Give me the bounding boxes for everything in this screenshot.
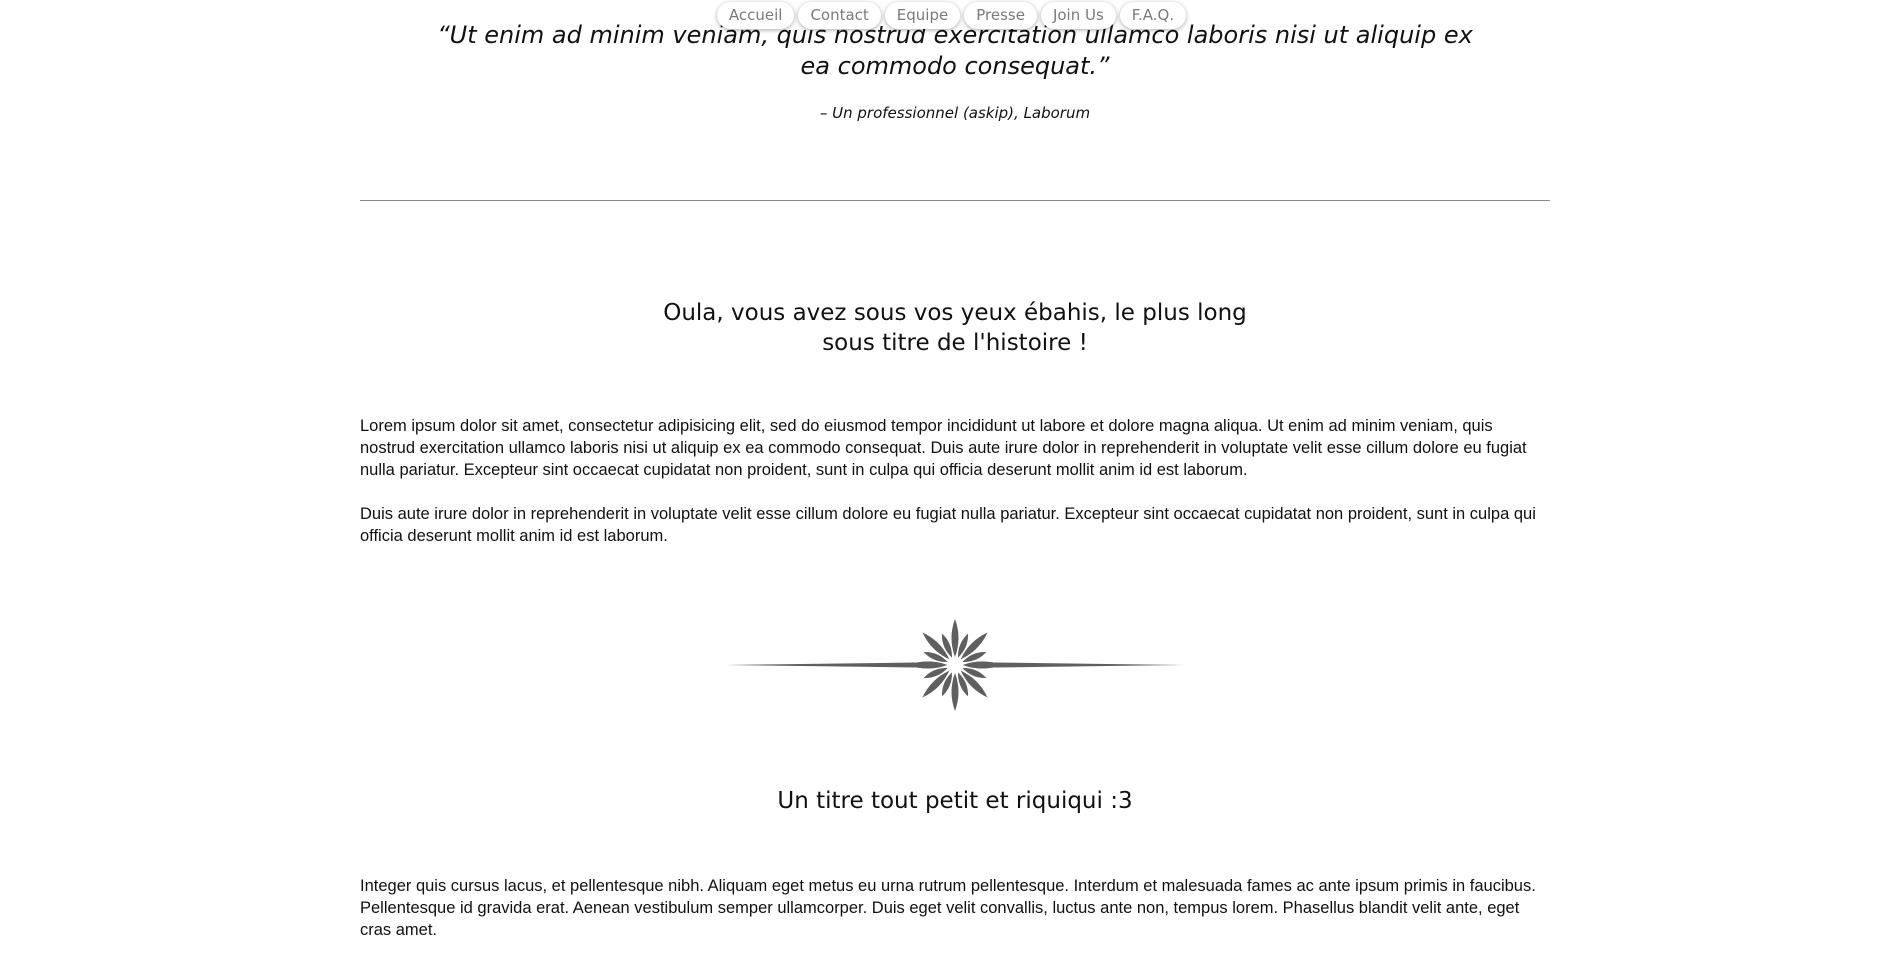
section-subtitle: Oula, vous avez sous vos yeux ébahis, le… [360, 298, 1550, 358]
ornament-petal [951, 673, 959, 711]
top-navigation: Accueil Contact Equipe Presse Join Us F.… [0, 0, 1903, 29]
nav-equipe-button[interactable]: Equipe [884, 2, 961, 29]
floral-divider-icon [725, 619, 1185, 711]
paragraph: Lorem ipsum dolor sit amet, consectetur … [360, 417, 1527, 479]
ornament-petal [951, 619, 959, 657]
testimonial-quote: “Ut enim ad minim veniam, quis nostrud e… [437, 21, 1473, 80]
nav-contact-button[interactable]: Contact [798, 2, 881, 29]
ornament-center [949, 659, 961, 671]
nav-accueil-button[interactable]: Accueil [716, 2, 795, 29]
nav-join-us-button[interactable]: Join Us [1040, 2, 1116, 29]
paragraph: Integer quis cursus lacus, et pellentesq… [360, 877, 1536, 939]
nav-faq-button[interactable]: F.A.Q. [1119, 2, 1187, 29]
quote-author: – Un professionnel (askip), Laborum [819, 104, 1091, 122]
section-title-small: Un titre tout petit et riquiqui :3 [777, 788, 1133, 814]
nav-presse-button[interactable]: Presse [964, 2, 1037, 29]
horizontal-divider [360, 200, 1550, 201]
paragraph: Duis aute irure dolor in reprehenderit i… [360, 505, 1536, 545]
section-subtitle-text: Oula, vous avez sous vos yeux ébahis, le… [663, 300, 1247, 356]
